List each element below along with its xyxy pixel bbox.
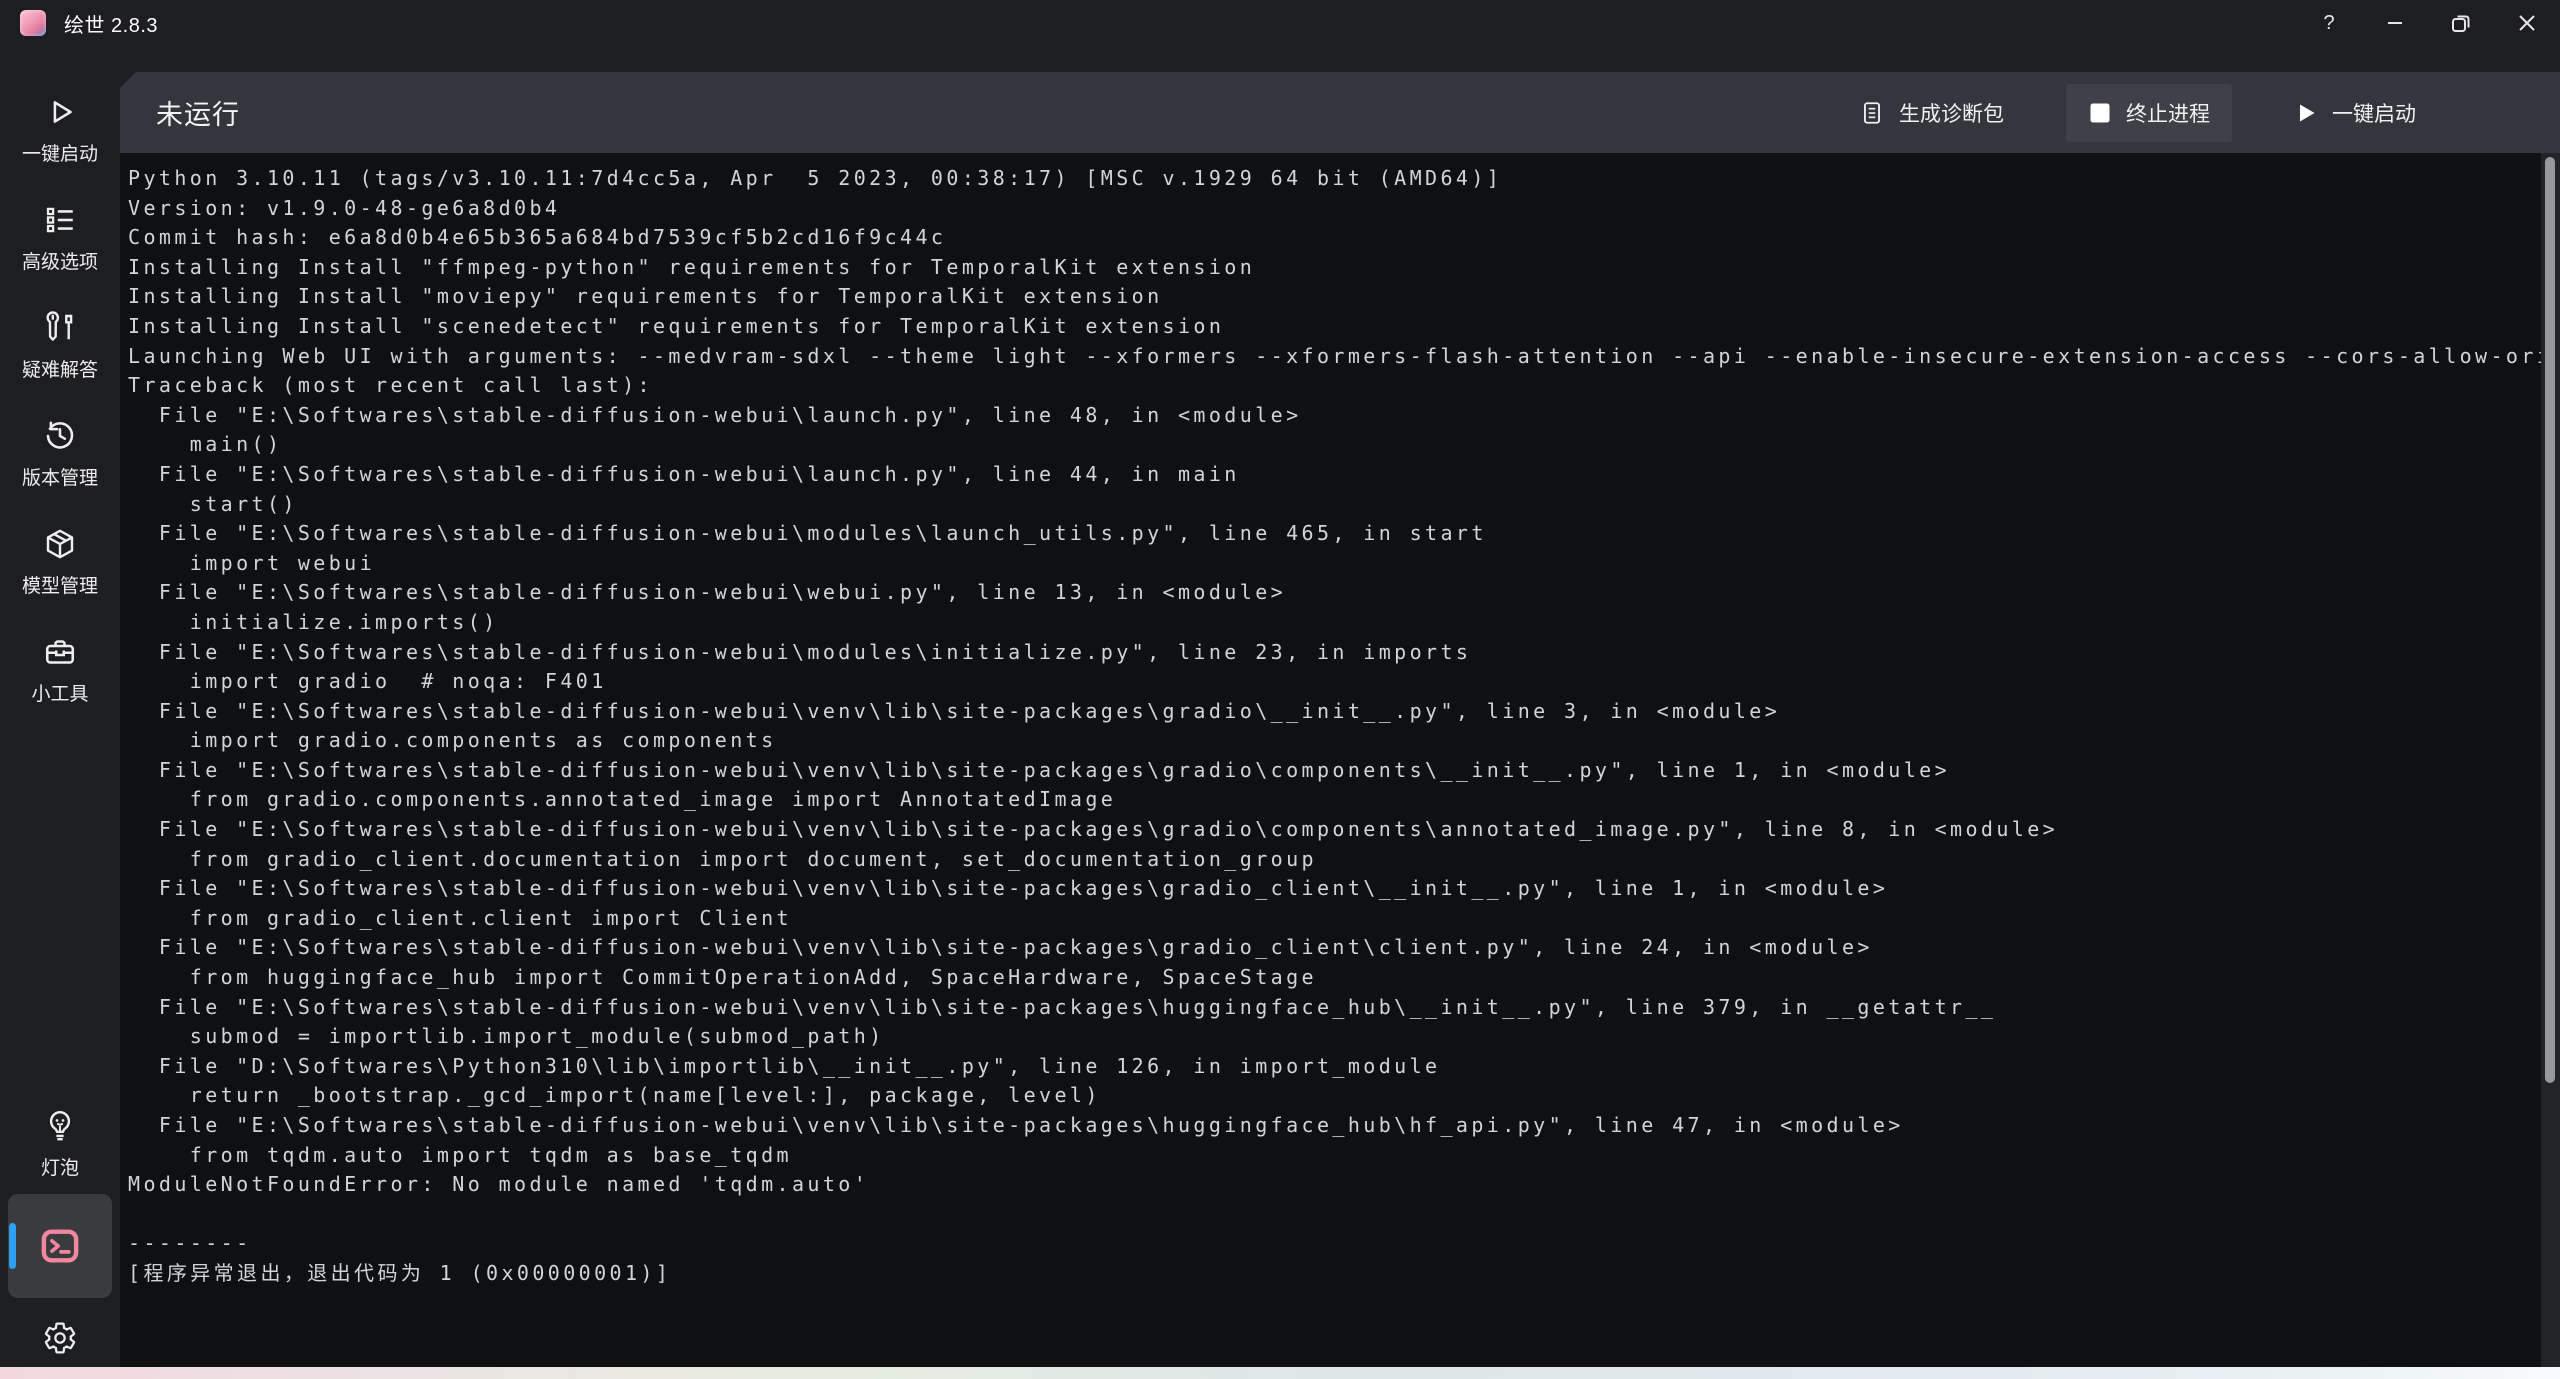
tools-icon	[42, 310, 78, 346]
sidebar: 一键启动 高级选项 疑难解答	[0, 46, 120, 1367]
console-line: main()	[128, 430, 2536, 460]
play-filled-icon	[2294, 101, 2318, 125]
sidebar-item-small-tools[interactable]: 小工具	[0, 616, 120, 724]
help-button[interactable]: ?	[2296, 0, 2362, 46]
scrollbar-track[interactable]	[2541, 153, 2560, 1367]
sidebar-item-model-management[interactable]: 模型管理	[0, 508, 120, 616]
close-button[interactable]	[2494, 0, 2560, 46]
button-label: 一键启动	[2332, 98, 2416, 128]
lightbulb-icon	[42, 1108, 78, 1144]
sidebar-item-label: 灯泡	[41, 1153, 79, 1180]
title-bar: 绘世 2.8.3 ?	[0, 0, 2560, 46]
restore-button[interactable]	[2428, 0, 2494, 46]
bottom-progress-strip	[0, 1367, 2560, 1379]
sidebar-item-lightbulb[interactable]: 灯泡	[0, 1090, 120, 1198]
generate-diagnostic-button[interactable]: 生成诊断包	[1837, 84, 2026, 142]
sidebar-item-label: 模型管理	[22, 571, 98, 598]
console-line: File "D:\Softwares\Python310\lib\importl…	[128, 1052, 2536, 1082]
console-line: File "E:\Softwares\stable-diffusion-webu…	[128, 460, 2536, 490]
console-line: from gradio_client.client import Client	[128, 904, 2536, 934]
console-line: import gradio # noqa: F401	[128, 667, 2536, 697]
scrollbar-thumb[interactable]	[2545, 157, 2555, 1083]
console-line: File "E:\Softwares\stable-diffusion-webu…	[128, 519, 2536, 549]
console-line: return _bootstrap._gcd_import(name[level…	[128, 1081, 2536, 1111]
question-mark-icon: ?	[2323, 12, 2334, 35]
sidebar-item-label: 小工具	[31, 679, 88, 706]
close-icon	[2511, 7, 2543, 39]
sidebar-item-advanced-options[interactable]: 高级选项	[0, 184, 120, 292]
list-options-icon	[42, 202, 78, 238]
console-line	[128, 1200, 2536, 1230]
console-line: File "E:\Softwares\stable-diffusion-webu…	[128, 578, 2536, 608]
console-line: ModuleNotFoundError: No module named 'tq…	[128, 1170, 2536, 1200]
history-clock-icon	[42, 418, 78, 454]
sidebar-item-troubleshooting[interactable]: 疑难解答	[0, 292, 120, 400]
console-line: Installing Install "ffmpeg-python" requi…	[128, 253, 2536, 283]
console-line: File "E:\Softwares\stable-diffusion-webu…	[128, 638, 2536, 668]
active-indicator	[9, 1223, 16, 1269]
console-line: import webui	[128, 549, 2536, 579]
sidebar-item-label: 疑难解答	[22, 355, 98, 382]
console-output[interactable]: Python 3.10.11 (tags/v3.10.11:7d4cc5a, A…	[120, 153, 2560, 1367]
run-status: 未运行	[156, 93, 240, 132]
one-click-launch-button[interactable]: 一键启动	[2272, 84, 2438, 142]
sidebar-item-console-selected[interactable]	[8, 1194, 112, 1298]
console-line: Version: v1.9.0-48-ge6a8d0b4	[128, 194, 2536, 224]
console-line: initialize.imports()	[128, 608, 2536, 638]
button-label: 终止进程	[2126, 98, 2210, 128]
console-line: import gradio.components as components	[128, 726, 2536, 756]
sidebar-item-label: 高级选项	[22, 247, 98, 274]
console-line: File "E:\Softwares\stable-diffusion-webu…	[128, 756, 2536, 786]
console-line: from huggingface_hub import CommitOperat…	[128, 963, 2536, 993]
console-line: [程序异常退出，退出代码为 1 (0x00000001)]	[128, 1259, 2536, 1289]
console-line: File "E:\Softwares\stable-diffusion-webu…	[128, 815, 2536, 845]
status-header: 未运行 生成诊断包 终止进程	[120, 72, 2560, 153]
terminal-icon	[38, 1224, 82, 1268]
diagnostic-doc-icon	[1859, 100, 1885, 126]
restore-icon	[2445, 7, 2477, 39]
console-line: Python 3.10.11 (tags/v3.10.11:7d4cc5a, A…	[128, 164, 2536, 194]
terminate-process-button[interactable]: 终止进程	[2066, 84, 2232, 142]
console-line: from tqdm.auto import tqdm as base_tqdm	[128, 1141, 2536, 1171]
sidebar-item-version-management[interactable]: 版本管理	[0, 400, 120, 508]
sidebar-item-one-click-launch[interactable]: 一键启动	[0, 76, 120, 184]
button-label: 生成诊断包	[1899, 98, 2004, 128]
minimize-button[interactable]	[2362, 0, 2428, 46]
stop-square-icon	[2088, 101, 2112, 125]
console-line: submod = importlib.import_module(submod_…	[128, 1022, 2536, 1052]
package-box-icon	[42, 526, 78, 562]
app-logo-icon	[20, 10, 46, 36]
toolbox-icon	[42, 634, 78, 670]
sidebar-item-label: 版本管理	[22, 463, 98, 490]
console-line: from gradio_client.documentation import …	[128, 845, 2536, 875]
console-line: File "E:\Softwares\stable-diffusion-webu…	[128, 933, 2536, 963]
header-buttons: 生成诊断包 终止进程 一键启动	[1837, 84, 2438, 142]
console-line: --------	[128, 1229, 2536, 1259]
play-outline-icon	[42, 94, 78, 130]
minimize-icon	[2379, 7, 2411, 39]
console-line: Installing Install "scenedetect" require…	[128, 312, 2536, 342]
console-line: File "E:\Softwares\stable-diffusion-webu…	[128, 1111, 2536, 1141]
console-line: start()	[128, 490, 2536, 520]
console-line: File "E:\Softwares\stable-diffusion-webu…	[128, 993, 2536, 1023]
console-line: File "E:\Softwares\stable-diffusion-webu…	[128, 874, 2536, 904]
console-line: from gradio.components.annotated_image i…	[128, 785, 2536, 815]
console-line: Commit hash: e6a8d0b4e65b365a684bd7539cf…	[128, 223, 2536, 253]
console-line: File "E:\Softwares\stable-diffusion-webu…	[128, 401, 2536, 431]
window-controls: ?	[2296, 0, 2560, 46]
console-line: Installing Install "moviepy" requirement…	[128, 282, 2536, 312]
sidebar-item-label: 一键启动	[22, 139, 98, 166]
console-line: Traceback (most recent call last):	[128, 371, 2536, 401]
console-line: File "E:\Softwares\stable-diffusion-webu…	[128, 697, 2536, 727]
gear-icon	[42, 1320, 78, 1356]
app-window: 绘世 2.8.3 ?	[0, 0, 2560, 1379]
app-title: 绘世 2.8.3	[64, 9, 158, 38]
sidebar-main-group: 一键启动 高级选项 疑难解答	[0, 76, 120, 724]
console-line: Launching Web UI with arguments: --medvr…	[128, 342, 2536, 372]
